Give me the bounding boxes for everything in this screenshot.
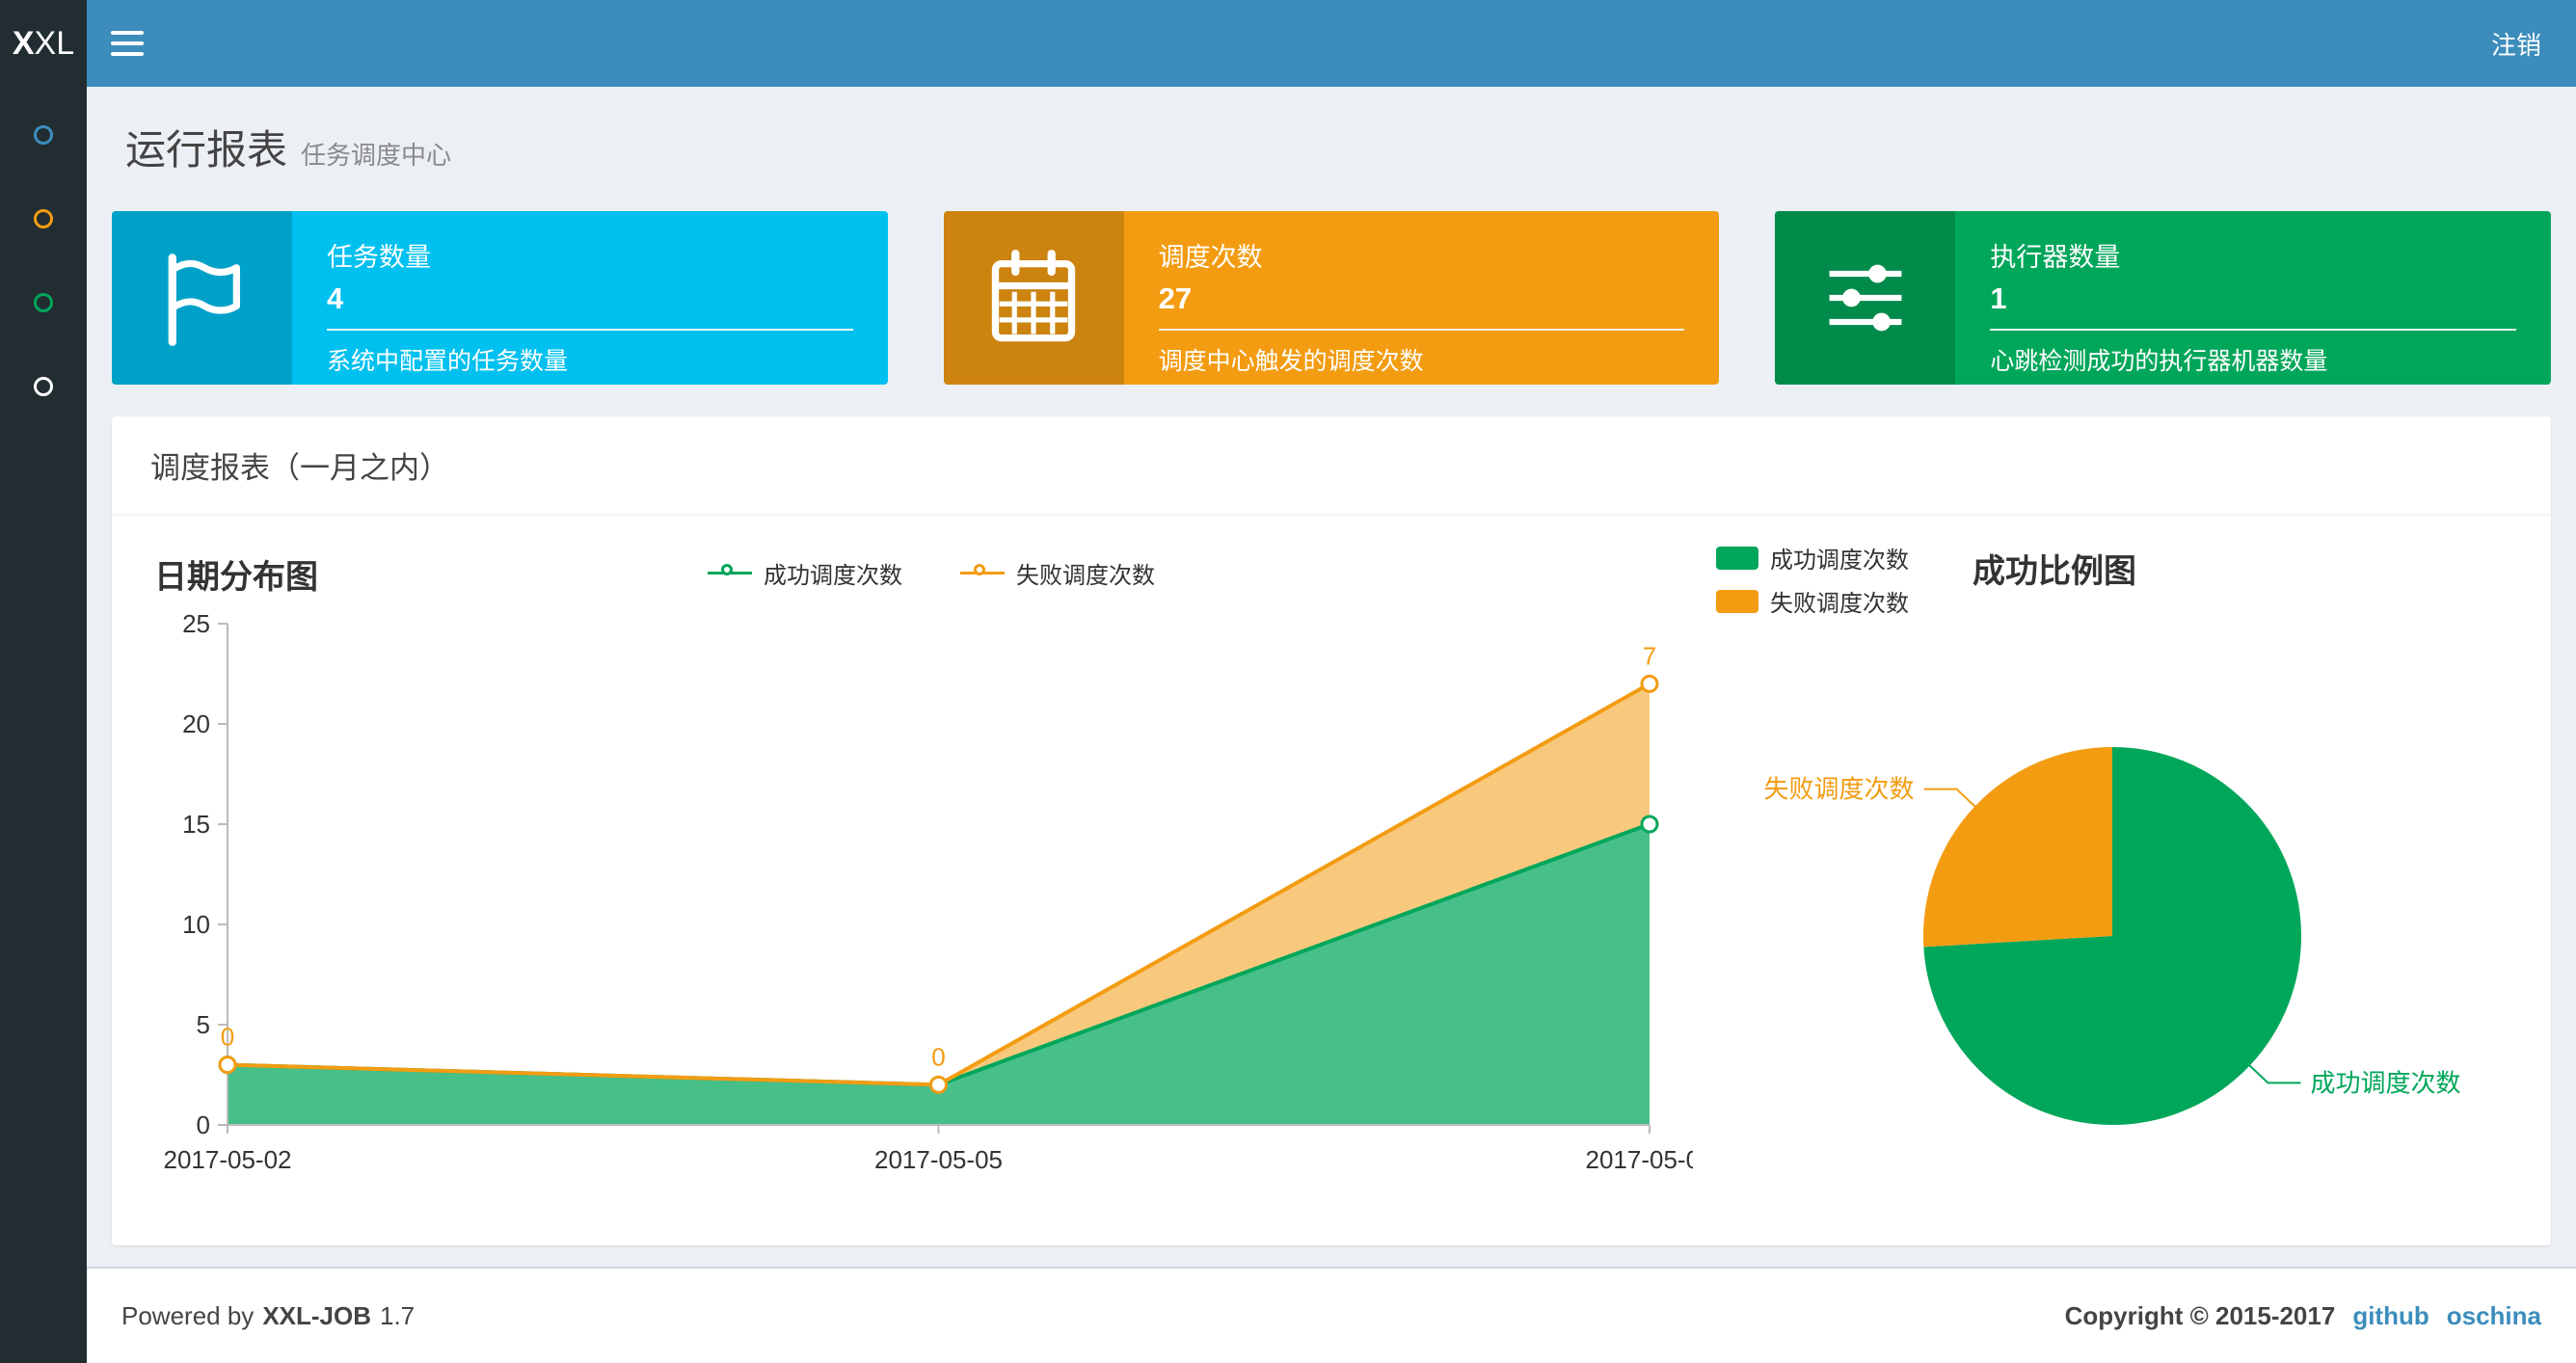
success-ratio-chart: 成功调度次数 失败调度次数 (1764, 747, 2460, 1125)
legend-swatch (1716, 546, 1758, 570)
oschina-link[interactable]: oschina (2447, 1301, 2541, 1331)
legend-circle-marker (974, 564, 985, 575)
copyright-text: Copyright © 2015-2017 (2064, 1300, 2336, 1330)
top-navbar: X XL 注销 (0, 0, 2576, 87)
divider (1158, 329, 1685, 331)
svg-text:5: 5 (197, 1010, 210, 1039)
legend-item-fail[interactable]: 失败调度次数 (1716, 584, 1909, 618)
hamburger-icon (111, 52, 144, 56)
app-logo[interactable]: X XL (0, 0, 87, 87)
svg-text:2017-05-08: 2017-05-08 (1586, 1145, 1694, 1174)
logout-button[interactable]: 注销 (2456, 0, 2576, 87)
info-box-body: 执行器数量 1 心跳检测成功的执行器机器数量 (1955, 211, 2551, 385)
circle-icon (34, 376, 53, 396)
page-subtitle: 任务调度中心 (301, 141, 452, 170)
info-box-desc: 调度中心触发的调度次数 (1158, 348, 1424, 375)
panel-body: 日期分布图 成功调度次数 失败调度次数 0 5 10 15 20 25 2017… (112, 516, 2551, 1245)
sidebar-item-jobs[interactable] (0, 176, 87, 260)
divider (1990, 329, 2517, 331)
copyright: Copyright © 2015-2017 github oschina (2065, 1301, 2541, 1331)
info-box-body: 任务数量 4 系统中配置的任务数量 (292, 211, 888, 385)
powered-prefix: Powered by (121, 1300, 255, 1330)
hamburger-icon (111, 41, 144, 45)
info-box-value: 1 (1990, 281, 2007, 315)
legend-item-success[interactable]: 成功调度次数 (1716, 541, 1909, 575)
info-box-body: 调度次数 27 调度中心触发的调度次数 (1124, 211, 1720, 385)
svg-text:2017-05-02: 2017-05-02 (164, 1145, 292, 1174)
pie-chart-legend: 成功调度次数 失败调度次数 (1716, 541, 1909, 618)
sliders-icon (1775, 211, 1956, 385)
date-distribution-chart-block: 日期分布图 成功调度次数 失败调度次数 0 5 10 15 20 25 2017… (150, 541, 1714, 1201)
legend-line-marker (708, 564, 752, 575)
page-title: 运行报表 (125, 127, 288, 173)
svg-text:失败调度次数: 失败调度次数 (1764, 775, 1915, 804)
info-box-title: 调度次数 (1158, 243, 1263, 272)
info-box-title: 任务数量 (327, 243, 431, 272)
main-area: 运行报表 任务调度中心 任务数量 4 系统中配置的任务数量 调度次数 27 调度… (87, 87, 2576, 1363)
info-box-value: 27 (1158, 281, 1193, 315)
logo-text-bold: X (12, 24, 35, 62)
line-chart-legend: 成功调度次数 失败调度次数 (150, 556, 1712, 590)
divider (327, 329, 853, 331)
version: 1.7 (380, 1300, 416, 1330)
info-box-trigger-count: 调度次数 27 调度中心触发的调度次数 (943, 211, 1720, 385)
legend-circle-marker (721, 564, 733, 575)
pie-chart-title: 成功比例图 (1972, 553, 2136, 590)
brand-name: XXL-JOB (262, 1300, 371, 1330)
info-box-desc: 心跳检测成功的执行器机器数量 (1990, 348, 2328, 375)
svg-text:10: 10 (182, 910, 210, 939)
info-box-value: 4 (327, 281, 344, 315)
circle-icon (34, 124, 53, 145)
powered-by: Powered by XXL-JOB 1.7 (121, 1301, 415, 1331)
circle-icon (34, 292, 53, 312)
legend-label: 成功调度次数 (764, 563, 902, 589)
sidebar-nav (0, 87, 87, 1363)
legend-label: 成功调度次数 (1770, 548, 1909, 574)
legend-item-success[interactable]: 成功调度次数 (708, 556, 902, 590)
github-link[interactable]: github (2352, 1301, 2428, 1331)
svg-text:0: 0 (197, 1110, 210, 1139)
info-box-title: 执行器数量 (1990, 243, 2121, 272)
line-chart-header: 日期分布图 成功调度次数 失败调度次数 (150, 541, 1712, 604)
sidebar-item-report[interactable] (0, 93, 87, 176)
flag-icon (112, 211, 292, 385)
info-box-job-count: 任务数量 4 系统中配置的任务数量 (112, 211, 888, 385)
svg-text:15: 15 (182, 810, 210, 839)
logo-text: XL (34, 24, 75, 62)
report-panel: 调度报表（一月之内） 日期分布图 成功调度次数 失败调度次数 0 5 10 15… (112, 416, 2551, 1245)
content-area: 运行报表 任务调度中心 任务数量 4 系统中配置的任务数量 调度次数 27 调度… (87, 87, 2576, 1267)
hamburger-icon (111, 31, 144, 35)
svg-text:20: 20 (182, 709, 210, 738)
date-distribution-chart: 05101520252017-05-022017-05-052017-05-08… (164, 609, 1714, 1174)
circle-icon (34, 208, 53, 228)
panel-title: 调度报表（一月之内） (112, 416, 2551, 516)
sidebar-item-executors[interactable] (0, 344, 87, 428)
svg-text:成功调度次数: 成功调度次数 (2310, 1068, 2460, 1097)
calendar-icon (943, 211, 1124, 385)
legend-item-fail[interactable]: 失败调度次数 (960, 556, 1155, 590)
page-header: 运行报表 任务调度中心 (112, 87, 2551, 211)
legend-line-marker (960, 564, 1005, 575)
page-footer: Powered by XXL-JOB 1.7 Copyright © 2015-… (87, 1267, 2576, 1363)
info-box-desc: 系统中配置的任务数量 (327, 348, 569, 375)
svg-text:2017-05-05: 2017-05-05 (874, 1145, 1003, 1174)
svg-text:0: 0 (221, 1023, 234, 1052)
svg-text:0: 0 (931, 1042, 945, 1071)
svg-text:7: 7 (1643, 641, 1656, 670)
svg-text:25: 25 (182, 609, 210, 638)
legend-swatch (1716, 589, 1758, 613)
sidebar-toggle-button[interactable] (87, 0, 168, 87)
success-ratio-chart-block: 成功调度次数 失败调度次数 成功比例图 成功调度次数 失败调度次数 (1712, 541, 2561, 1201)
legend-label: 失败调度次数 (1770, 591, 1909, 617)
legend-label: 失败调度次数 (1016, 563, 1155, 589)
pie-chart-header: 成功调度次数 失败调度次数 成功比例图 (1712, 541, 2561, 618)
sidebar-item-logs[interactable] (0, 260, 87, 344)
summary-boxes-row: 任务数量 4 系统中配置的任务数量 调度次数 27 调度中心触发的调度次数 执行… (112, 211, 2552, 385)
info-box-executor-count: 执行器数量 1 心跳检测成功的执行器机器数量 (1775, 211, 2552, 385)
